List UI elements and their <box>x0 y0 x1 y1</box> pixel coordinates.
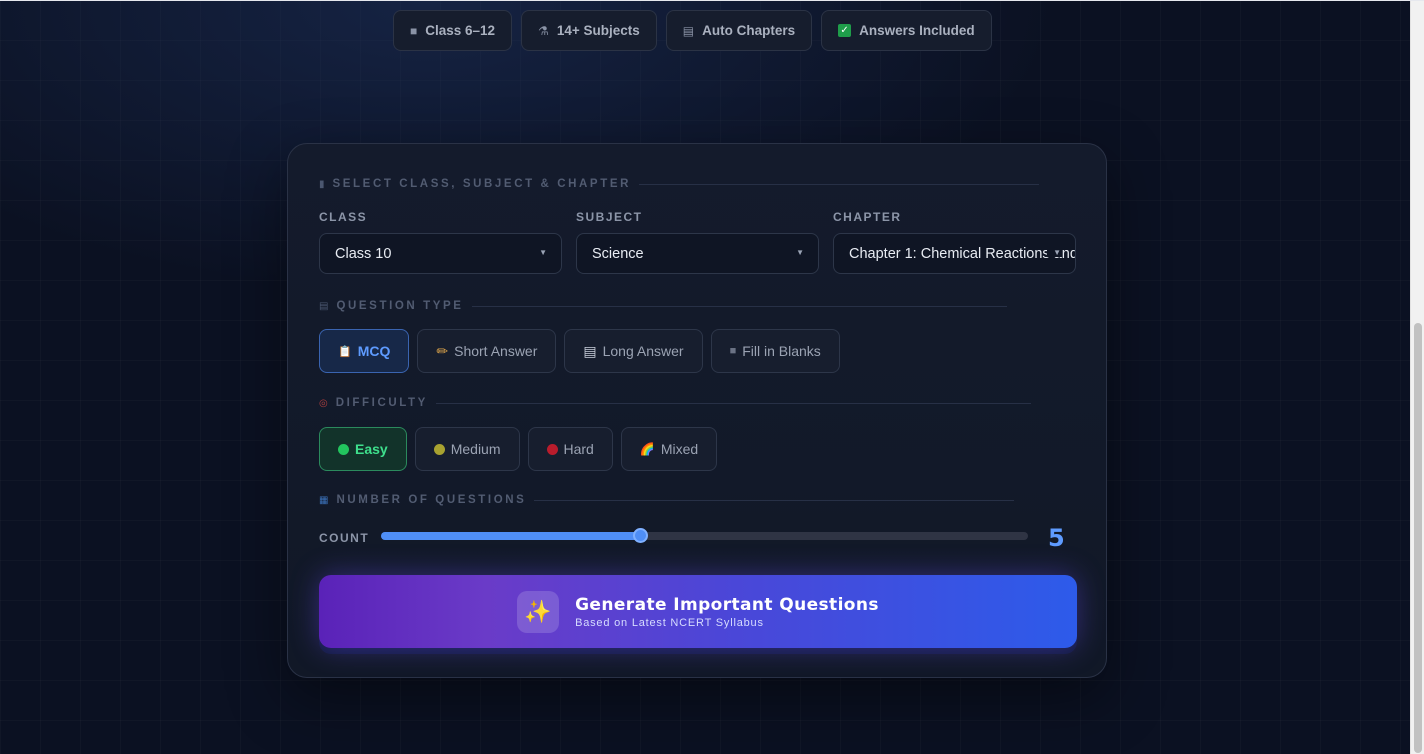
divider <box>435 402 1031 404</box>
slider-thumb[interactable] <box>632 528 648 543</box>
section-select-title: ▮ SELECT CLASS, SUBJECT & CHAPTER <box>319 178 1039 190</box>
checkmark-icon: ✓ <box>838 24 852 37</box>
subject-select[interactable]: Science ▼ <box>576 233 819 274</box>
feature-chips: ■ Class 6–12 ⚗ 14+ Subjects ▤ Auto Chapt… <box>393 10 992 51</box>
window-top-border <box>0 0 1424 1</box>
chapter-label: CHAPTER <box>833 210 902 224</box>
question-type-short-answer[interactable]: ✏ Short Answer <box>417 329 557 373</box>
generate-button-subtitle: Based on Latest NCERT Syllabus <box>575 616 764 629</box>
chapter-select[interactable]: Chapter 1: Chemical Reactions and Equati… <box>833 233 1076 274</box>
option-label: Hard <box>563 441 594 457</box>
difficulty-options: Easy Medium Hard 🌈 Mixed <box>319 427 718 471</box>
yellow-dot-icon <box>433 443 445 455</box>
divider <box>471 305 1007 307</box>
book-icon: ▮ <box>319 178 325 190</box>
option-label: Mixed <box>660 441 699 457</box>
difficulty-mixed[interactable]: 🌈 Mixed <box>620 427 718 471</box>
red-dot-icon <box>546 443 558 455</box>
generate-questions-button[interactable]: ✨ Generate Important Questions Based on … <box>319 575 1077 648</box>
section-title-text: NUMBER OF QUESTIONS <box>336 494 527 506</box>
question-type-fill-in-blanks[interactable]: ■ Fill in Blanks <box>710 329 840 373</box>
difficulty-hard[interactable]: Hard <box>527 427 613 471</box>
class-select-value: Class 10 <box>335 245 392 262</box>
chip-label: Answers Included <box>859 23 975 38</box>
subject-label: SUBJECT <box>576 210 643 224</box>
option-label: MCQ <box>357 343 391 359</box>
difficulty-easy[interactable]: Easy <box>319 427 407 471</box>
count-value: 5 <box>1048 524 1065 552</box>
chip-label: Class 6–12 <box>425 23 496 38</box>
document-icon: ▤ <box>319 300 329 312</box>
section-title-text: SELECT CLASS, SUBJECT & CHAPTER <box>332 178 631 190</box>
divider <box>639 183 1039 185</box>
book-icon: ■ <box>410 23 418 38</box>
chip-label: 14+ Subjects <box>556 23 640 38</box>
numbers-icon: ▦ <box>319 494 329 506</box>
option-label: Short Answer <box>454 343 538 359</box>
option-label: Fill in Blanks <box>742 343 821 359</box>
question-type-mcq[interactable]: 📋 MCQ <box>319 329 410 373</box>
chip-chapters: ▤ Auto Chapters <box>665 10 813 51</box>
class-label: CLASS <box>319 210 368 224</box>
question-type-long-answer[interactable]: ▤ Long Answer <box>564 329 703 373</box>
chevron-down-icon: ▼ <box>539 248 547 257</box>
chapter-select-value: Chapter 1: Chemical Reactions and Equati… <box>849 245 1076 262</box>
green-dot-icon <box>338 443 349 455</box>
difficulty-medium[interactable]: Medium <box>414 427 520 471</box>
square-icon: ■ <box>729 345 737 357</box>
page-scrollbar[interactable] <box>1410 1 1424 754</box>
scrollbar-thumb[interactable] <box>1414 323 1422 753</box>
clipboard-icon: ▤ <box>682 23 695 38</box>
option-label: Medium <box>450 441 501 457</box>
question-type-options: 📋 MCQ ✏ Short Answer ▤ Long Answer ■ Fil… <box>319 329 840 373</box>
pencil-icon: ✏ <box>436 342 449 359</box>
rainbow-icon: 🌈 <box>639 442 655 456</box>
class-select[interactable]: Class 10 ▼ <box>319 233 562 274</box>
chip-label: Auto Chapters <box>702 23 796 38</box>
section-difficulty-title: ◎ DIFFICULTY <box>319 397 1031 409</box>
section-title-text: DIFFICULTY <box>335 397 428 409</box>
target-icon: ◎ <box>319 397 328 409</box>
chip-classes: ■ Class 6–12 <box>393 10 513 51</box>
chip-subjects: ⚗ 14+ Subjects <box>521 10 657 51</box>
section-title-text: QUESTION TYPE <box>336 300 464 312</box>
option-label: Easy <box>355 441 388 457</box>
document-icon: ▤ <box>583 342 597 359</box>
chevron-down-icon: ▼ <box>796 248 804 257</box>
subject-select-value: Science <box>592 245 644 262</box>
clipboard-icon: 📋 <box>338 345 352 358</box>
divider <box>534 499 1015 501</box>
question-count-slider[interactable] <box>381 528 1028 543</box>
chip-answers: ✓ Answers Included <box>821 10 992 51</box>
generator-card: ▮ SELECT CLASS, SUBJECT & CHAPTER CLASS … <box>287 143 1107 678</box>
generate-button-title: Generate Important Questions <box>575 594 879 615</box>
chevron-down-icon: ▼ <box>1047 248 1061 257</box>
sparkles-icon: ✨ <box>517 590 560 633</box>
flask-icon: ⚗ <box>538 23 549 38</box>
section-count-title: ▦ NUMBER OF QUESTIONS <box>319 494 1015 506</box>
option-label: Long Answer <box>602 343 684 359</box>
section-question-type-title: ▤ QUESTION TYPE <box>319 300 1007 312</box>
slider-fill <box>381 532 640 540</box>
count-label: COUNT <box>319 531 370 545</box>
